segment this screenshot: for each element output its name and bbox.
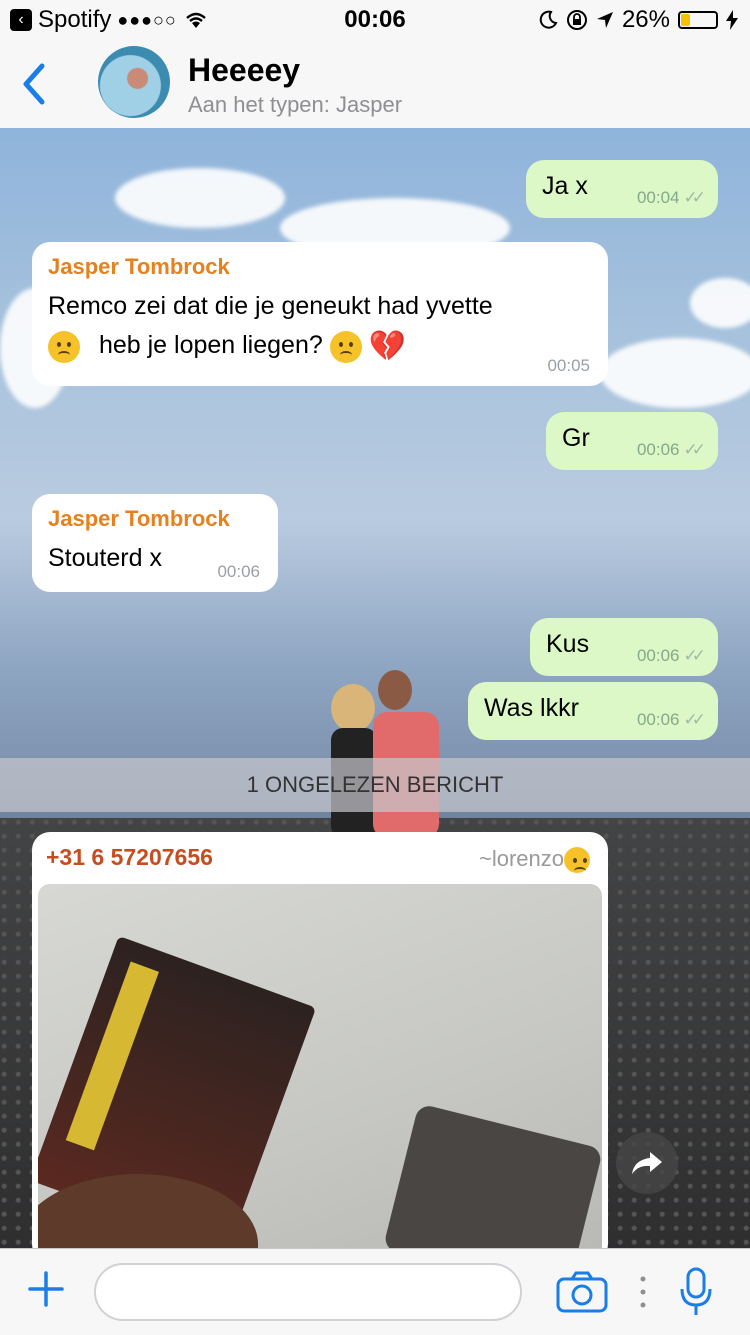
message-text: Ja x	[542, 172, 588, 200]
message-time: 00:06	[636, 646, 680, 665]
read-receipt-icon: ✓✓	[683, 710, 706, 729]
message-text: Kus	[546, 630, 590, 658]
message-time: 00:05	[547, 356, 590, 375]
back-chevron-icon[interactable]	[16, 60, 56, 108]
read-receipt-icon: ✓✓	[683, 440, 706, 459]
sender-alias-text: ~lorenzo	[478, 846, 564, 871]
battery-percent: 26%	[621, 6, 670, 33]
sender-alias: ~lorenzo	[478, 846, 590, 874]
laughing-emoji-icon	[564, 847, 590, 874]
battery-fill	[681, 14, 691, 26]
status-right: 26%	[538, 6, 738, 34]
message-line-2: heb je lopen liegen? 💔	[48, 329, 592, 364]
incoming-image-message[interactable]: +31 6 57207656 ~lorenzo	[32, 832, 608, 1262]
message-meta: 00:05	[547, 356, 590, 376]
message-time: 00:06	[217, 562, 260, 581]
message-input-bar	[0, 1248, 750, 1335]
separator-dots-icon	[640, 1276, 646, 1308]
outgoing-message[interactable]: Kus 00:06 ✓✓	[530, 618, 718, 676]
message-text: heb je lopen liegen?	[98, 331, 323, 360]
sad-face-emoji-icon	[329, 330, 362, 363]
sender-phone[interactable]: +31 6 57207656	[46, 844, 213, 871]
camera-icon[interactable]	[556, 1271, 608, 1313]
chat-title[interactable]: Heeeey	[188, 52, 300, 89]
couple-photo	[331, 670, 439, 838]
typing-status: Aan het typen: Jasper	[188, 92, 403, 117]
chat-header: Heeeey Aan het typen: Jasper	[0, 40, 750, 129]
forward-arrow-icon	[632, 1152, 662, 1174]
wallpaper-cloud	[690, 278, 750, 328]
message-meta: 00:04 ✓✓	[636, 188, 706, 208]
read-receipt-icon: ✓✓	[683, 188, 706, 207]
message-photo[interactable]	[38, 884, 602, 1262]
battery-icon	[678, 11, 718, 29]
message-meta: 00:06	[217, 562, 260, 582]
incoming-message[interactable]: Jasper Tombrock Stouterd x 00:06	[32, 494, 278, 592]
incoming-message[interactable]: Jasper Tombrock Remco zei dat die je gen…	[32, 242, 608, 386]
sender-name[interactable]: Jasper Tombrock	[48, 506, 262, 532]
unread-messages-banner: 1 ONGELEZEN BERICHT	[0, 758, 750, 812]
broken-heart-emoji-icon: 💔	[368, 330, 407, 363]
outgoing-message[interactable]: Gr 00:06 ✓✓	[546, 412, 718, 470]
sad-face-emoji-icon	[48, 330, 80, 363]
message-input[interactable]	[94, 1263, 522, 1321]
location-icon	[596, 12, 613, 28]
message-text: Stouterd x	[48, 544, 162, 572]
microphone-icon[interactable]	[678, 1267, 714, 1317]
moon-icon	[539, 10, 558, 29]
wallpaper-cloud	[600, 338, 750, 408]
plus-icon[interactable]	[26, 1269, 66, 1309]
charging-icon	[726, 10, 738, 30]
message-time: 00:04	[636, 188, 680, 207]
outgoing-message[interactable]: Ja x 00:04 ✓✓	[526, 160, 718, 218]
message-meta: 00:06 ✓✓	[636, 646, 706, 666]
message-meta: 00:06 ✓✓	[636, 710, 706, 730]
photo-ashtray	[382, 1103, 602, 1262]
outgoing-message[interactable]: Was lkkr 00:06 ✓✓	[468, 682, 718, 740]
forward-button[interactable]	[616, 1132, 678, 1194]
rotation-lock-icon	[566, 10, 587, 30]
read-receipt-icon: ✓✓	[683, 646, 706, 665]
message-time: 00:06	[636, 440, 680, 459]
message-line: Remco zei dat die je geneukt had yvette	[48, 292, 493, 320]
status-bar: ‹ Spotify ●●●○○ 00:06 26%	[0, 0, 750, 40]
sender-name[interactable]: Jasper Tombrock	[48, 254, 592, 280]
wallpaper-cloud	[115, 168, 285, 228]
message-time: 00:06	[636, 710, 680, 729]
group-avatar[interactable]	[98, 46, 170, 118]
message-text: Was lkkr	[484, 694, 579, 722]
message-text: Gr	[562, 424, 590, 452]
message-meta: 00:06 ✓✓	[636, 440, 706, 460]
